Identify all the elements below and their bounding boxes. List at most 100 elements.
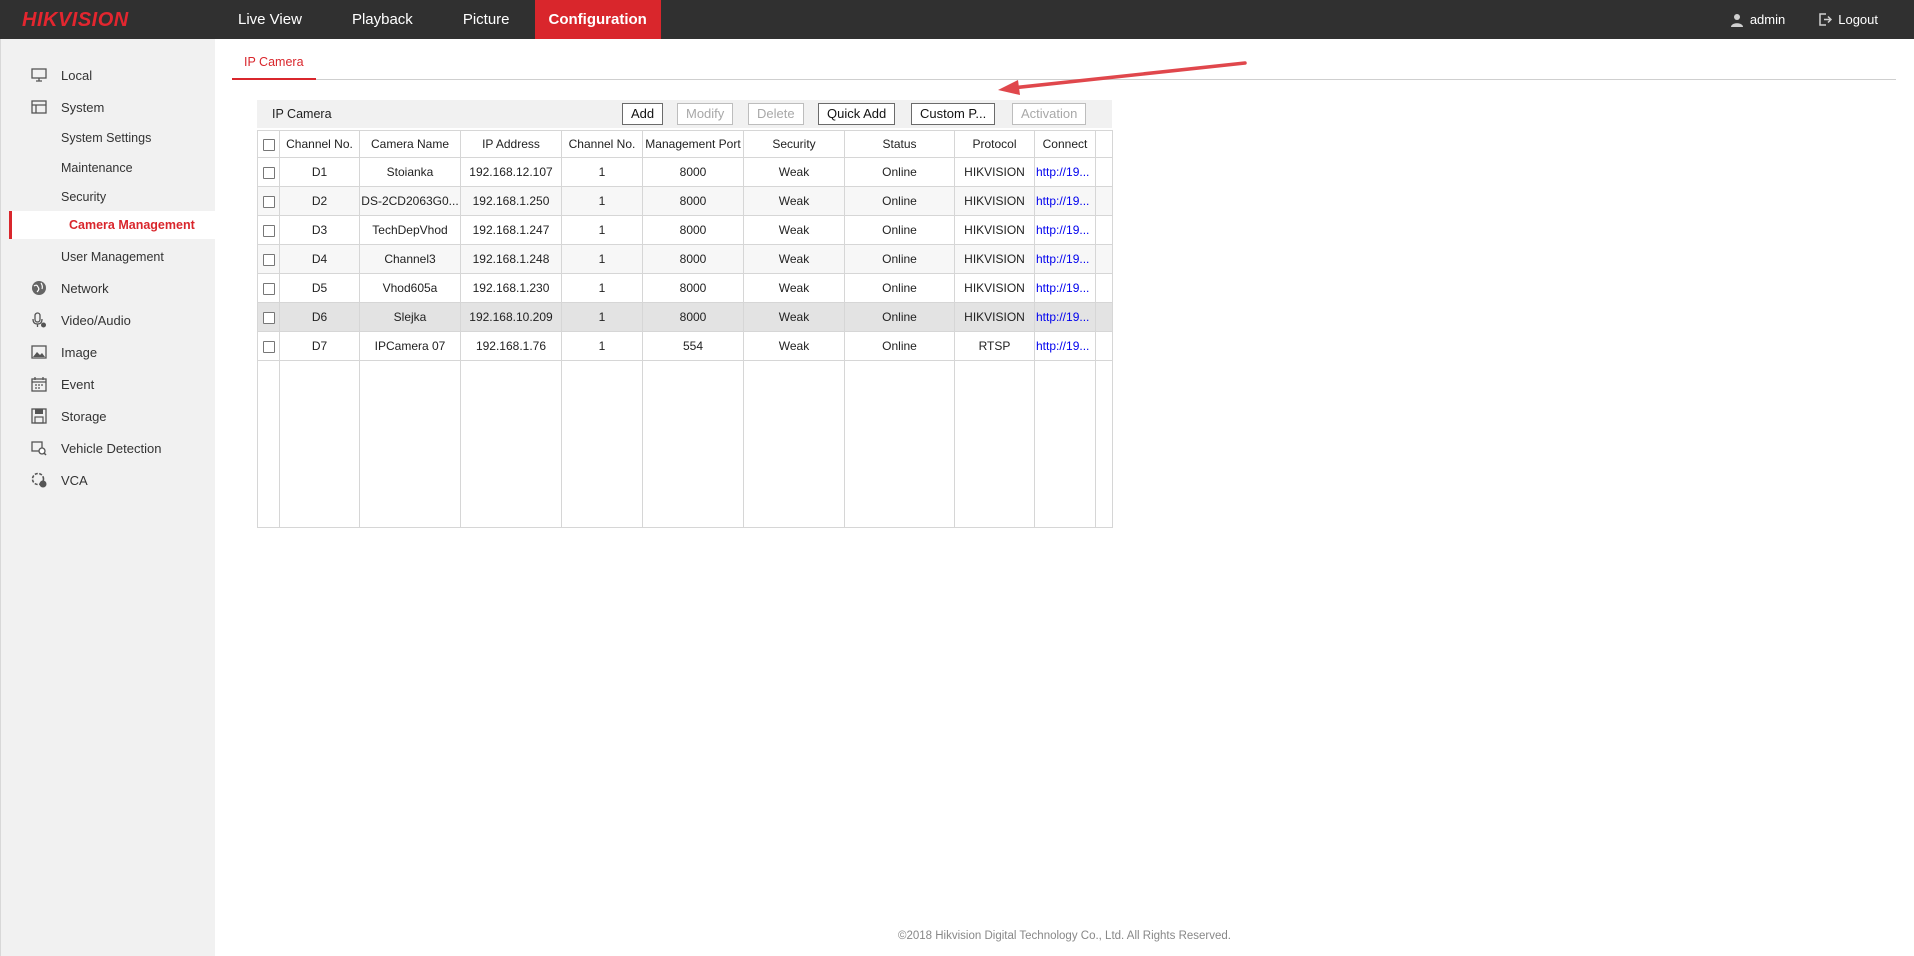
- scroll-gutter: [1095, 331, 1113, 361]
- column-header: Channel No.: [561, 130, 643, 158]
- row-checkbox[interactable]: [262, 195, 275, 208]
- row-select-cell[interactable]: [257, 244, 280, 274]
- channel-num-cell: 1: [561, 331, 643, 361]
- scroll-gutter: [1095, 186, 1113, 216]
- row-checkbox[interactable]: [262, 253, 275, 266]
- monitor-icon: [29, 65, 49, 85]
- sidebar-item-camera-management[interactable]: Camera Management: [9, 211, 216, 239]
- sidebar-item-system[interactable]: System: [1, 95, 216, 119]
- connect-link[interactable]: http://19...: [1034, 302, 1096, 332]
- security-cell: Weak: [743, 273, 845, 303]
- add-button[interactable]: Add: [622, 103, 664, 125]
- sidebar-item-label: Image: [61, 344, 98, 360]
- sidebar-item-video-audio[interactable]: Video/Audio: [1, 308, 216, 332]
- camera-name-cell: Slejka: [359, 302, 461, 332]
- table-row[interactable]: D4 Channel3 192.168.1.248 1 8000 Weak Online HI…: [257, 244, 1113, 274]
- sidebar-item-vehicle-detection[interactable]: Vehicle Detection: [1, 436, 216, 460]
- table-header-row: Channel No. Camera Name IP Address Chann…: [257, 130, 1113, 158]
- quick-add-button[interactable]: Quick Add: [818, 103, 896, 125]
- empty-cell: [257, 360, 280, 528]
- row-checkbox[interactable]: [262, 311, 275, 324]
- management-port-cell: 8000: [642, 215, 744, 245]
- hikvision-logo: HIKVISION: [22, 9, 129, 31]
- column-header: Camera Name: [359, 130, 461, 158]
- activation-button[interactable]: Activation: [1012, 103, 1087, 125]
- empty-cell: [460, 360, 562, 528]
- tab-ip-camera[interactable]: IP Camera: [232, 51, 316, 80]
- select-all-cell[interactable]: [257, 130, 280, 158]
- column-header: Security: [743, 130, 845, 158]
- table-row[interactable]: D1 Stoianka 192.168.12.107 1 8000 Weak Online H…: [257, 157, 1113, 187]
- delete-button[interactable]: Delete: [748, 103, 804, 125]
- sidebar-item-image[interactable]: Image: [1, 340, 216, 364]
- management-port-cell: 8000: [642, 186, 744, 216]
- empty-cell: [561, 360, 643, 528]
- empty-row: [257, 360, 1113, 528]
- user-menu[interactable]: admin: [1730, 12, 1785, 27]
- sidebar-item-local[interactable]: Local: [1, 63, 216, 87]
- row-select-cell[interactable]: [257, 302, 280, 332]
- connect-link[interactable]: http://19...: [1034, 331, 1096, 361]
- table-row[interactable]: D2 DS-2CD2063G0... 192.168.1.250 1 8000 Weak O…: [257, 186, 1113, 216]
- logout-button[interactable]: Logout: [1819, 12, 1878, 27]
- security-cell: Weak: [743, 186, 845, 216]
- ip-address-cell: 192.168.1.248: [460, 244, 562, 274]
- connect-link[interactable]: http://19...: [1034, 244, 1096, 274]
- nav-live-view[interactable]: Live View: [213, 0, 327, 39]
- copyright-footer: ©2018 Hikvision Digital Technology Co., …: [898, 930, 1231, 942]
- row-select-cell[interactable]: [257, 157, 280, 187]
- channel-num-cell: 1: [561, 186, 643, 216]
- sidebar-item-user-management[interactable]: User Management: [1, 245, 216, 269]
- logout-label: Logout: [1838, 12, 1878, 27]
- row-checkbox[interactable]: [262, 224, 275, 237]
- connect-link[interactable]: http://19...: [1034, 215, 1096, 245]
- nav-picture[interactable]: Picture: [438, 0, 535, 39]
- vca-icon: [29, 470, 49, 490]
- select-all-checkbox[interactable]: [262, 138, 275, 151]
- nav-playback[interactable]: Playback: [327, 0, 438, 39]
- table-row[interactable]: D7 IPCamera 07 192.168.1.76 1 554 Weak Online R…: [257, 331, 1113, 361]
- row-checkbox[interactable]: [262, 166, 275, 179]
- sidebar-item-network[interactable]: Network: [1, 276, 216, 300]
- sidebar-item-system-settings[interactable]: System Settings: [1, 126, 216, 150]
- sidebar-item-maintenance[interactable]: Maintenance: [1, 156, 216, 180]
- username: admin: [1749, 12, 1786, 27]
- custom-protocol-button[interactable]: Custom P...: [911, 103, 996, 125]
- sidebar-item-event[interactable]: Event: [1, 372, 216, 396]
- connect-link[interactable]: http://19...: [1034, 157, 1096, 187]
- column-header: Management Port: [642, 130, 744, 158]
- scroll-gutter: [1095, 157, 1113, 187]
- table-row[interactable]: D3 TechDepVhod 192.168.1.247 1 8000 Weak Onlin…: [257, 215, 1113, 245]
- nav-configuration[interactable]: Configuration: [534, 0, 661, 39]
- modify-button[interactable]: Modify: [677, 103, 734, 125]
- sidebar-item-vca[interactable]: VCA: [1, 468, 216, 492]
- table-row[interactable]: D5 Vhod605a 192.168.1.230 1 8000 Weak Online HI…: [257, 273, 1113, 303]
- row-select-cell[interactable]: [257, 273, 280, 303]
- status-cell: Online: [844, 244, 955, 274]
- channel-num-cell: 1: [561, 273, 643, 303]
- row-select-cell[interactable]: [257, 331, 280, 361]
- sidebar-item-label: Video/Audio: [61, 312, 131, 328]
- scroll-gutter: [1095, 130, 1113, 158]
- row-select-cell[interactable]: [257, 186, 280, 216]
- status-cell: Online: [844, 273, 955, 303]
- ip-address-cell: 192.168.1.76: [460, 331, 562, 361]
- empty-cell: [642, 360, 744, 528]
- sidebar-item-label: Storage: [61, 408, 107, 424]
- camera-name-cell: Channel3: [359, 244, 461, 274]
- ip-address-cell: 192.168.1.250: [460, 186, 562, 216]
- connect-link[interactable]: http://19...: [1034, 273, 1096, 303]
- sidebar-item-security[interactable]: Security: [1, 185, 216, 209]
- ip-address-cell: 192.168.1.230: [460, 273, 562, 303]
- camera-name-cell: IPCamera 07: [359, 331, 461, 361]
- connect-link[interactable]: http://19...: [1034, 186, 1096, 216]
- management-port-cell: 8000: [642, 302, 744, 332]
- main-nav: Live View Playback Picture Configuration: [213, 0, 661, 39]
- empty-cell: [1034, 360, 1096, 528]
- sidebar-item-storage[interactable]: Storage: [1, 404, 216, 428]
- storage-icon: [29, 406, 49, 426]
- row-checkbox[interactable]: [262, 282, 275, 295]
- row-select-cell[interactable]: [257, 215, 280, 245]
- table-row[interactable]: D6 Slejka 192.168.10.209 1 8000 Weak Online HIK…: [257, 302, 1113, 332]
- row-checkbox[interactable]: [262, 340, 275, 353]
